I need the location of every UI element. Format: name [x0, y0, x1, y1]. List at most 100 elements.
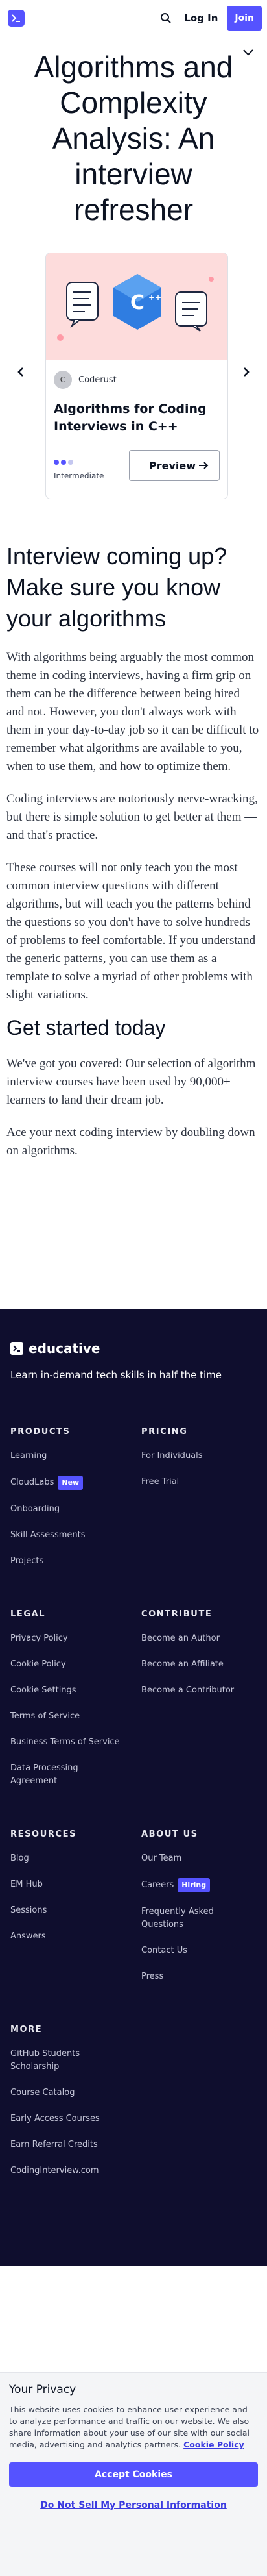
- avatar: C: [54, 371, 72, 389]
- cookie-policy-link[interactable]: Cookie Policy: [183, 2440, 244, 2449]
- level-dots: [54, 460, 104, 465]
- footer-col-contribute: CONTRIBUTE Become an Author Become an Af…: [141, 1609, 257, 1801]
- site-footer: educative Learn in-demand tech skills in…: [0, 1309, 267, 2266]
- footer-link-free-trial[interactable]: Free Trial: [141, 1476, 257, 1489]
- page-title: Algorithms and Complexity Analysis: An i…: [34, 50, 233, 227]
- accept-cookies-button[interactable]: Accept Cookies: [9, 2462, 258, 2487]
- level-dot: [68, 460, 73, 465]
- article-paragraph: With algorithms being arguably the most …: [6, 650, 259, 773]
- footer-col-about: ABOUT US Our Team Careers Hiring Frequent…: [141, 1829, 257, 1996]
- cookie-title: Your Privacy: [9, 2383, 76, 2396]
- preview-label: Preview: [149, 459, 196, 472]
- footer-link-faq[interactable]: Frequently Asked Questions: [141, 1905, 257, 1931]
- footer-heading: PRICING: [141, 1427, 188, 1437]
- footer-link-answers[interactable]: Answers: [10, 1930, 126, 1943]
- footer-heading: PRODUCTS: [10, 1427, 71, 1437]
- footer-heading: CONTRIBUTE: [141, 1609, 213, 1619]
- course-carousel: C ++ C Coderust Algorithms for Coding In…: [0, 253, 267, 499]
- footer-link-author[interactable]: Become an Author: [141, 1632, 257, 1645]
- section-heading-started: Get started today: [6, 1016, 166, 1039]
- footer-links: PRODUCTS Learning CloudLabs New Onboardin…: [10, 1427, 257, 2219]
- hiring-badge: Hiring: [178, 1878, 211, 1892]
- level-dot: [61, 460, 66, 465]
- card-footer: Intermediate Preview: [54, 450, 220, 481]
- footer-link-contact[interactable]: Contact Us: [141, 1944, 257, 1957]
- new-badge: New: [58, 1476, 84, 1490]
- footer-link-careers[interactable]: Careers Hiring: [141, 1878, 257, 1892]
- course-card[interactable]: C ++ C Coderust Algorithms for Coding In…: [45, 253, 228, 499]
- cpp-illustration: C ++: [46, 253, 227, 360]
- article-paragraph: These courses will not only teach you th…: [6, 861, 256, 1002]
- footer-link-onboarding[interactable]: Onboarding: [10, 1503, 126, 1516]
- page: Log In Join Algorithms and Complexity An…: [0, 0, 267, 2576]
- footer-link-projects[interactable]: Projects: [10, 1555, 126, 1568]
- footer-link-sessions[interactable]: Sessions: [10, 1904, 126, 1917]
- footer-link-referral[interactable]: Earn Referral Credits: [10, 2138, 126, 2151]
- do-not-sell-link[interactable]: Do Not Sell My Personal Information: [9, 2500, 258, 2510]
- level-dot: [54, 460, 59, 465]
- arrow-right-icon: [199, 462, 209, 469]
- brand-name: educative: [29, 1341, 100, 1356]
- footer-link-dpa[interactable]: Data Processing Agreement: [10, 1762, 126, 1788]
- footer-logo-icon: [10, 1342, 23, 1355]
- educative-logo[interactable]: [8, 9, 25, 27]
- level-indicator: Intermediate: [54, 460, 104, 481]
- footer-heading: RESOURCES: [10, 1829, 77, 1839]
- footer-brand[interactable]: educative: [10, 1341, 257, 1356]
- footer-link-em-hub[interactable]: EM Hub: [10, 1878, 126, 1891]
- card-body: C Coderust Algorithms for Coding Intervi…: [46, 360, 227, 481]
- svg-text:C: C: [130, 291, 145, 314]
- course-title[interactable]: Algorithms for Coding Interviews in C++: [54, 401, 220, 436]
- chevron-left-icon[interactable]: [14, 363, 27, 381]
- footer-link-business-terms[interactable]: Business Terms of Service: [10, 1736, 126, 1749]
- footer-link-label: Careers: [141, 1880, 174, 1890]
- course-image: C ++: [46, 253, 227, 360]
- search-icon[interactable]: [158, 10, 174, 26]
- svg-text:++: ++: [148, 293, 161, 302]
- footer-heading: LEGAL: [10, 1609, 46, 1619]
- footer-link-press[interactable]: Press: [141, 1970, 257, 1983]
- footer-link-learning[interactable]: Learning: [10, 1450, 126, 1463]
- author-row: C Coderust: [54, 371, 220, 389]
- footer-col-resources: RESOURCES Blog EM Hub Sessions Answers: [10, 1829, 126, 1996]
- footer-link-privacy[interactable]: Privacy Policy: [10, 1632, 126, 1645]
- footer-col-products: PRODUCTS Learning CloudLabs New Onboardin…: [10, 1427, 126, 1581]
- footer-link-team[interactable]: Our Team: [141, 1852, 257, 1865]
- section-heading-intro: Interview coming up? Make sure you know …: [6, 543, 227, 632]
- article-paragraph: We've got you covered: Our selection of …: [6, 1057, 256, 1107]
- level-label: Intermediate: [54, 471, 104, 480]
- footer-col-legal: LEGAL Privacy Policy Cookie Policy Cooki…: [10, 1609, 126, 1801]
- footer-col-more: MORE GitHub Students Scholarship Course …: [10, 2025, 126, 2190]
- cookie-text: This website uses cookies to enhance use…: [9, 2404, 258, 2451]
- footer-link-early-access[interactable]: Early Access Courses: [10, 2112, 126, 2125]
- footer-col-pricing: PRICING For Individuals Free Trial: [141, 1427, 257, 1581]
- footer-link-cookie-policy[interactable]: Cookie Policy: [10, 1658, 126, 1671]
- footer-link-contributor[interactable]: Become a Contributor: [141, 1684, 257, 1697]
- footer-link-label: CloudLabs: [10, 1478, 54, 1487]
- article-paragraph: Coding interviews are notoriously nerve-…: [6, 792, 258, 842]
- chevron-right-icon[interactable]: [240, 363, 253, 381]
- footer-link-affiliate[interactable]: Become an Affiliate: [141, 1658, 257, 1671]
- article-paragraph: Ace your next coding interview by doubli…: [6, 1126, 255, 1158]
- site-header: Log In Join: [0, 0, 267, 36]
- footer-link-skill-assessments[interactable]: Skill Assessments: [10, 1529, 126, 1542]
- author-name[interactable]: Coderust: [78, 375, 117, 385]
- cookie-banner: Your Privacy This website uses cookies t…: [0, 2372, 267, 2576]
- footer-link-cookie-settings[interactable]: Cookie Settings: [10, 1684, 126, 1697]
- preview-button[interactable]: Preview: [129, 450, 220, 481]
- footer-link-individuals[interactable]: For Individuals: [141, 1450, 257, 1463]
- footer-link-github-scholarship[interactable]: GitHub Students Scholarship: [10, 2048, 126, 2074]
- footer-heading: MORE: [10, 2025, 43, 2035]
- footer-link-cloudlabs[interactable]: CloudLabs New: [10, 1476, 126, 1490]
- login-button[interactable]: Log In: [184, 12, 218, 24]
- footer-link-codinginterview[interactable]: CodingInterview.com: [10, 2164, 126, 2177]
- chevron-down-icon[interactable]: [242, 47, 254, 59]
- footer-link-blog[interactable]: Blog: [10, 1852, 126, 1865]
- footer-link-course-catalog[interactable]: Course Catalog: [10, 2087, 126, 2099]
- footer-link-terms[interactable]: Terms of Service: [10, 1710, 126, 1723]
- article: Interview coming up? Make sure you know …: [0, 541, 267, 1160]
- footer-heading: ABOUT US: [141, 1829, 198, 1839]
- logo-prompt-icon: [12, 14, 20, 22]
- footer-tagline: Learn in-demand tech skills in half the …: [10, 1369, 257, 1393]
- join-button[interactable]: Join: [227, 5, 262, 31]
